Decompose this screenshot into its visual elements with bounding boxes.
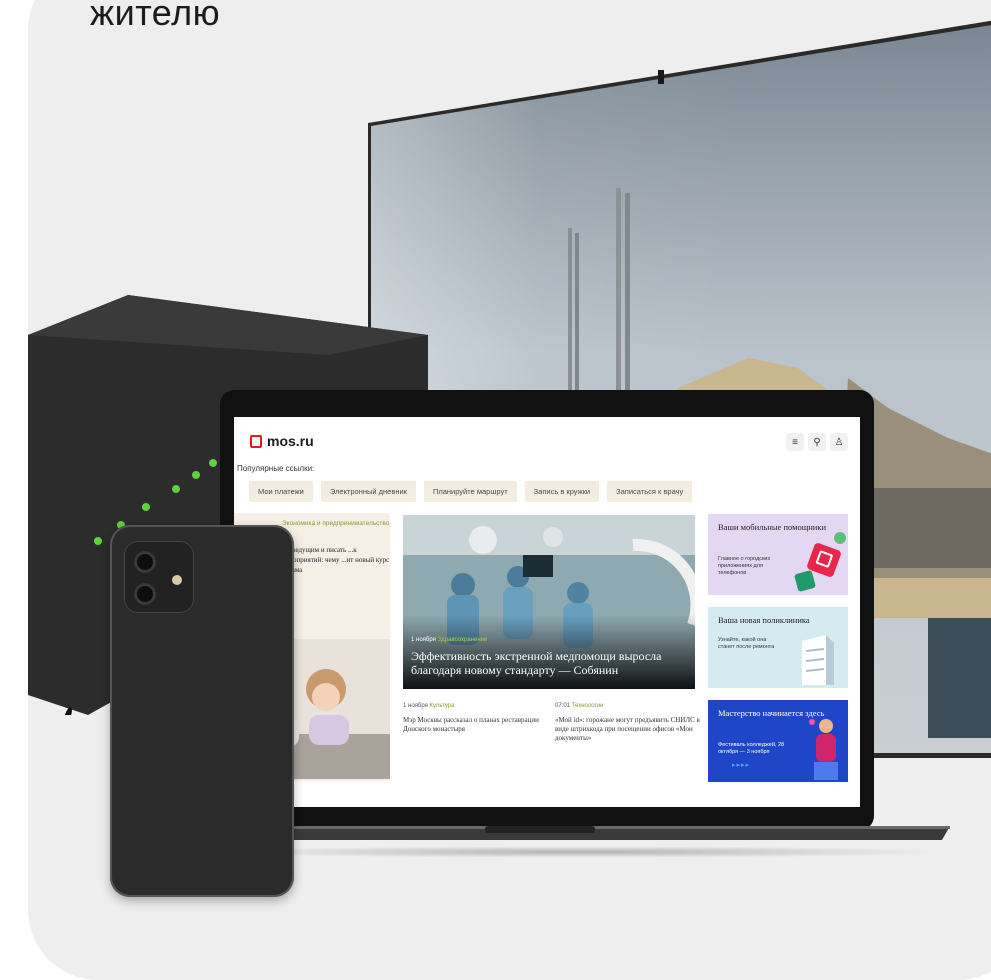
camera-lens-icon [134,551,156,573]
popular-links-label: Популярные ссылки: [237,464,315,473]
news-meta: 1 ноября Культура [403,703,553,709]
promo-skills-festival[interactable]: Мастерство начинается здесь Фестиваль ко… [708,700,848,782]
promo-subtitle: Узнайте, какой она станет после ремонта [718,637,775,650]
laptop-base [200,826,950,840]
festival-people-graphic [809,719,838,780]
flash-icon [172,575,182,585]
search-icon[interactable]: ⚲ [808,433,826,451]
mos-logo-icon [250,434,262,448]
site-logo[interactable]: mos.ru [250,433,314,449]
chip-route[interactable]: Планируйте маршрут [423,481,517,502]
chip-clubs[interactable]: Запись в кружки [524,481,600,502]
section-heading: жителю [90,0,221,33]
left-card-text: ...ь ведущим и писать ...к мероприятий: … [282,546,390,574]
hero-date: 1 ноября [411,637,436,643]
smartphone-device-image [110,525,294,897]
news-tag: Технологии [571,703,604,709]
menu-icon[interactable]: ≡ [786,433,804,451]
hero-news[interactable]: 1 ноября Здравоохранение Эффективность э… [403,515,695,689]
user-icon[interactable]: ♙ [830,433,848,451]
camera-lens-icon [134,583,156,605]
news-meta: 07:01 Технологии [555,703,705,709]
chip-payments[interactable]: Мои платежи [249,481,313,502]
app-icons-graphic [794,532,846,592]
clinic-building-graphic [802,635,834,685]
news-title: «Мой id»: горожане могут предъявить СНИЛ… [555,716,700,742]
camera-module [124,541,194,613]
chip-doctor[interactable]: Записаться к врачу [607,481,693,502]
promo-mobile-apps[interactable]: Ваши мобильные помощники Главное о город… [708,514,848,595]
news-item[interactable]: 1 ноября Культура Мэр Москвы рассказал о… [403,703,553,734]
promo-subtitle: Фестиваль колледжей, 28 октября — 3 нояб… [718,742,785,755]
news-tag: Культура [429,703,455,709]
promo-title: Ваша новая поликлиника [718,615,810,625]
hero-title: Эффективность экстренной медпомощи вырос… [411,649,662,677]
header-icons: ≡ ⚲ ♙ [786,433,848,451]
news-date: 07:01 [555,703,571,709]
promo-new-clinic[interactable]: Ваша новая поликлиника Узнайте, какой он… [708,607,848,688]
chip-diary[interactable]: Электронный дневник [320,481,416,502]
news-title: Мэр Москвы рассказал о планах реставраци… [403,716,539,733]
promo-subtitle: Главное о городских приложениях для теле… [718,556,771,576]
site-header: mos.ru ≡ ⚲ ♙ [250,433,848,455]
hero-meta: 1 ноября Здравоохранение [411,637,487,643]
laptop-shadow [210,846,950,858]
news-item[interactable]: 07:01 Технологии «Мой id»: горожане могу… [555,703,705,743]
popular-links: Мои платежи Электронный дневник Планируй… [249,481,693,502]
news-date: 1 ноября [403,703,428,709]
promo-title: Ваши мобильные помощники [718,522,827,532]
hero-tag: Здравоохранение [437,637,488,643]
promo-arrows: ▸▸▸▸ [732,762,751,769]
laptop-screen: mos.ru ≡ ⚲ ♙ Популярные ссылки: Мои плат… [234,417,860,807]
site-logo-text: mos.ru [267,433,314,449]
left-card-category: Экономика и предпринимательство [282,520,390,527]
